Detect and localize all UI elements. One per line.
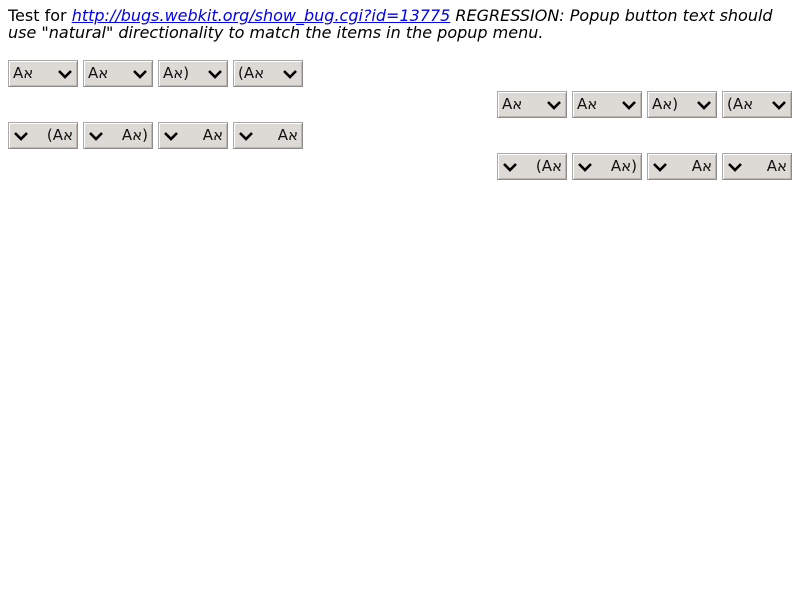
chevron-down-icon <box>283 70 297 79</box>
popup-button-label: (Aא <box>727 95 754 113</box>
test-description: Test for http://bugs.webkit.org/show_bug… <box>8 7 792 41</box>
popup-button-label: אA <box>13 64 34 82</box>
chevron-down-icon <box>133 70 147 79</box>
chevron-down-icon <box>14 132 28 141</box>
popup-button-label: (אA <box>652 95 679 113</box>
chevron-down-icon <box>503 163 517 172</box>
popup-button[interactable]: Aא <box>572 91 642 118</box>
popup-button[interactable]: אA) <box>8 122 78 149</box>
popup-button[interactable]: Aא <box>233 122 303 149</box>
chevron-down-icon <box>89 132 103 141</box>
popup-button[interactable]: (אA <box>647 91 717 118</box>
popup-button-label: Aא <box>277 126 298 144</box>
popup-button-label: Aא) <box>610 157 637 175</box>
chevron-down-icon <box>728 163 742 172</box>
popup-button-label: אA <box>502 95 523 113</box>
popup-button[interactable]: Aא <box>83 60 153 87</box>
popup-button[interactable]: אA <box>647 153 717 180</box>
popup-button-label: Aא <box>766 157 787 175</box>
popup-button[interactable]: (אA <box>158 60 228 87</box>
chevron-down-icon <box>547 101 561 110</box>
popup-button-label: (Aא <box>238 64 265 82</box>
popup-button[interactable]: אA <box>8 60 78 87</box>
chevron-down-icon <box>653 163 667 172</box>
popup-button[interactable]: אA) <box>497 153 567 180</box>
chevron-down-icon <box>58 70 72 79</box>
popup-button-label: Aא <box>577 95 598 113</box>
popup-button[interactable]: (Aא <box>233 60 303 87</box>
chevron-down-icon <box>772 101 786 110</box>
popup-button[interactable]: Aא) <box>572 153 642 180</box>
popup-button-label: אA) <box>46 126 73 144</box>
popup-button[interactable]: אA <box>497 91 567 118</box>
popup-button-label: Aא) <box>121 126 148 144</box>
popup-button-label: (אA <box>163 64 190 82</box>
popup-button[interactable]: Aא) <box>83 122 153 149</box>
popup-button[interactable]: (Aא <box>722 91 792 118</box>
chevron-down-icon <box>208 70 222 79</box>
chevron-down-icon <box>622 101 636 110</box>
popup-button-label: אA <box>202 126 223 144</box>
chevron-down-icon <box>239 132 253 141</box>
popup-button[interactable]: אA <box>158 122 228 149</box>
chevron-down-icon <box>697 101 711 110</box>
popup-button[interactable]: Aא <box>722 153 792 180</box>
popup-button-label: Aא <box>88 64 109 82</box>
chevron-down-icon <box>578 163 592 172</box>
popup-button-label: אA) <box>535 157 562 175</box>
chevron-down-icon <box>164 132 178 141</box>
popup-button-label: אA <box>691 157 712 175</box>
